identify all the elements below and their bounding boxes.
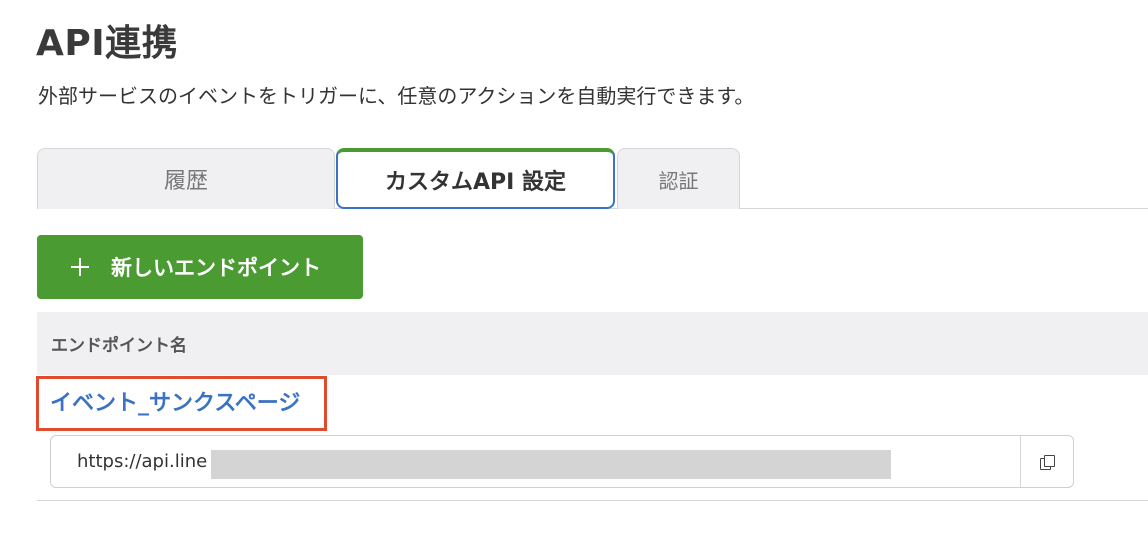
table-row-divider [37,500,1148,501]
endpoint-url-text: https://api.line [77,451,208,472]
tab-auth[interactable]: 認証 [617,148,740,209]
new-endpoint-label: 新しいエンドポイント [111,257,321,280]
endpoint-url-field[interactable]: https://api.line [50,435,1074,488]
table-header-endpoint-name: エンドポイント名 [37,312,1148,375]
tab-custom-api-settings[interactable]: カスタムAPI 設定 [336,148,615,209]
endpoint-name-link[interactable]: イベント_サンクスページ [50,389,300,419]
tab-history[interactable]: 履歴 [37,148,335,209]
copy-url-button[interactable] [1021,436,1073,487]
page-description: 外部サービスのイベントをトリガーに、任意のアクションを自動実行できます。 [38,84,755,108]
page-title: API連携 [36,23,179,64]
url-redaction [211,450,891,479]
api-integration-page: API連携 外部サービスのイベントをトリガーに、任意のアクションを自動実行できま… [0,0,1148,540]
plus-icon [71,258,89,276]
new-endpoint-button[interactable]: 新しいエンドポイント [37,235,363,299]
copy-icon [1040,454,1055,470]
tab-bar: 履歴 カスタムAPI 設定 認証 [37,148,1148,209]
